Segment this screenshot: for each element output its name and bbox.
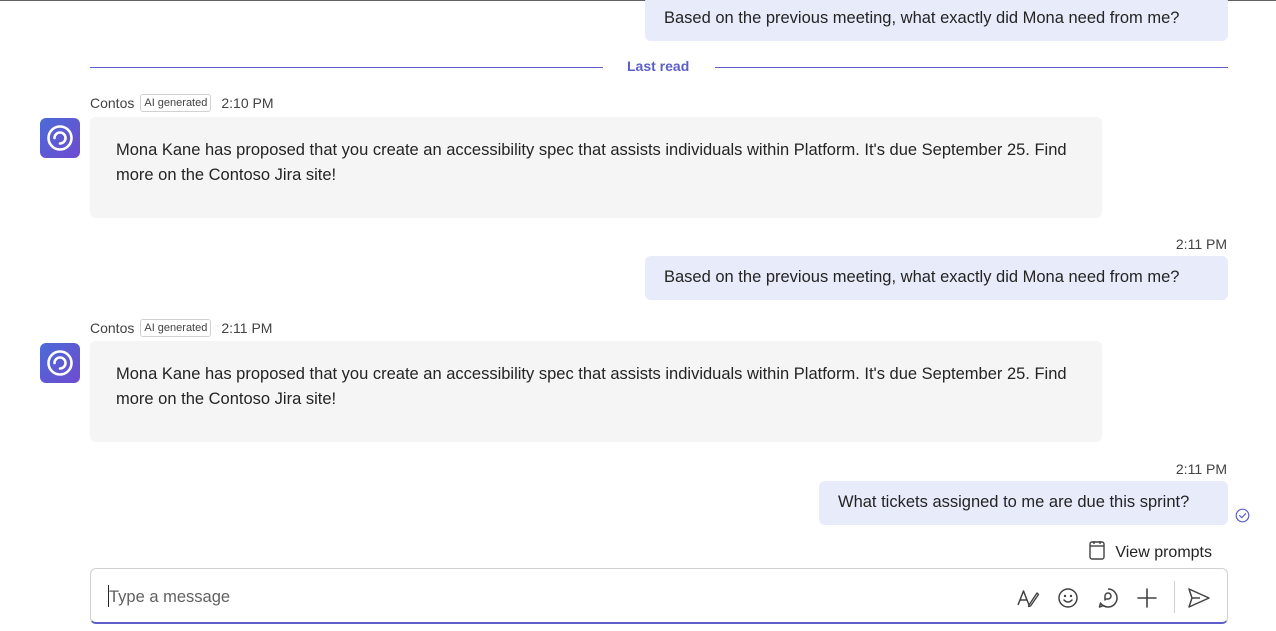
sender-name: Contos: [90, 320, 135, 336]
notepad-icon: [1088, 540, 1106, 565]
view-prompts-label: View prompts: [1115, 543, 1212, 561]
message-text: Mona Kane has proposed that you create a…: [116, 141, 1067, 184]
last-read-label: Last read: [627, 58, 690, 74]
outgoing-message: Based on the previous meeting, what exac…: [645, 256, 1228, 300]
timestamp: 2:11 PM: [1175, 236, 1227, 252]
outgoing-message: Based on the previous meeting, what exac…: [645, 0, 1228, 41]
message-text: What tickets assigned to me are due this…: [838, 493, 1190, 511]
message-text: Mona Kane has proposed that you create a…: [116, 365, 1067, 408]
timestamp: 2:10 PM: [221, 95, 274, 111]
incoming-message: Mona Kane has proposed that you create a…: [90, 117, 1102, 218]
loop-icon[interactable]: [1095, 585, 1121, 611]
message-header: Contos AI generated 2:10 PM: [90, 94, 274, 112]
emoji-icon[interactable]: [1055, 585, 1081, 611]
divider-line-right: [715, 67, 1228, 68]
read-receipt-icon: [1235, 508, 1250, 528]
text-cursor: [108, 585, 109, 607]
message-composer: [90, 568, 1228, 624]
copilot-logo-icon[interactable]: [40, 343, 80, 383]
ai-generated-badge: AI generated: [140, 94, 212, 112]
timestamp: 2:11 PM: [1175, 461, 1227, 477]
sender-name: Contos: [90, 95, 135, 111]
send-icon[interactable]: [1186, 585, 1212, 611]
divider-line-left: [90, 67, 603, 68]
incoming-message: Mona Kane has proposed that you create a…: [90, 341, 1102, 442]
outgoing-message: What tickets assigned to me are due this…: [819, 481, 1228, 525]
copilot-logo-icon[interactable]: [40, 118, 80, 158]
view-prompts-button[interactable]: View prompts: [1088, 540, 1212, 565]
timestamp: 2:11 PM: [221, 320, 273, 336]
toolbar-separator: [1174, 581, 1175, 613]
ai-generated-badge: AI generated: [140, 319, 212, 337]
plus-icon[interactable]: [1134, 585, 1160, 611]
message-input[interactable]: [107, 583, 991, 611]
message-text: Based on the previous meeting, what exac…: [664, 9, 1180, 27]
message-header: Contos AI generated 2:11 PM: [90, 319, 272, 337]
message-text: Based on the previous meeting, what exac…: [664, 268, 1180, 286]
last-read-divider: Last read: [90, 58, 1228, 78]
format-text-icon[interactable]: [1015, 585, 1041, 611]
